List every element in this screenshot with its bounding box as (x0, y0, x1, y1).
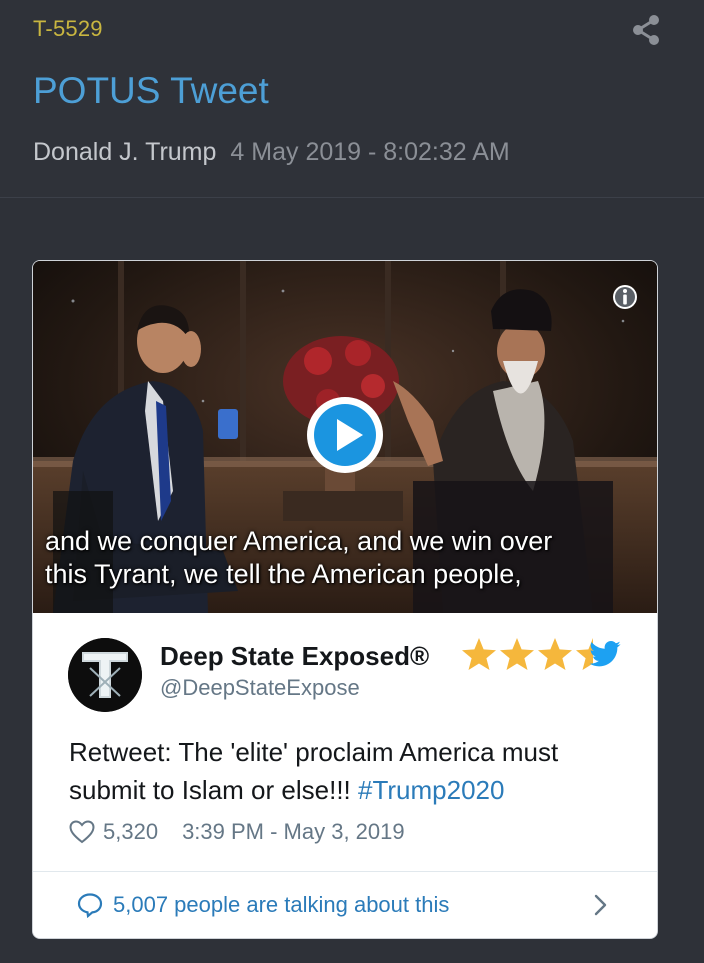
speech-bubble-icon (77, 893, 103, 918)
display-name[interactable]: Deep State Exposed® (160, 641, 429, 672)
video-player[interactable]: and we conquer America, and we win over … (33, 261, 657, 613)
tweet-timestamp[interactable]: 3:39 PM - May 3, 2019 (182, 819, 405, 845)
user-handle[interactable]: @DeepStateExpose (160, 675, 360, 701)
twitter-bird-icon[interactable] (589, 641, 621, 667)
tweet-text: Retweet: The 'elite' proclaim America mu… (69, 733, 629, 809)
post-id: T-5529 (33, 16, 103, 41)
tweet-stats: 5,320 3:39 PM - May 3, 2019 (69, 817, 405, 847)
star-icon (538, 638, 572, 670)
chevron-right-icon[interactable] (593, 893, 609, 917)
star-icon (500, 638, 534, 670)
video-caption: and we conquer America, and we win over … (45, 525, 655, 591)
star-icon (462, 638, 496, 670)
talking-link[interactable]: 5,007 people are talking about this (77, 889, 449, 921)
tweet-card[interactable]: Deep State Exposed® @DeepStateExpose Ret… (33, 613, 657, 938)
post-date: 4 May 2019 - 8:02:32 AM (230, 138, 510, 166)
play-icon[interactable] (305, 395, 385, 475)
post-author: Donald J. Trump (33, 138, 217, 166)
post-header: T-5529 POTUS Tweet Donald J. Trump 4 May … (0, 0, 704, 198)
caption-line-1: and we conquer America, and we win over (45, 526, 553, 556)
tweet-embed: and we conquer America, and we win over … (32, 260, 658, 939)
like-count: 5,320 (103, 819, 159, 844)
divider (33, 871, 657, 872)
caption-line-2: this Tyrant, we tell the American people… (45, 559, 522, 589)
info-icon[interactable] (611, 283, 639, 311)
heart-icon[interactable] (69, 820, 95, 844)
avatar[interactable] (68, 638, 142, 712)
share-icon[interactable] (632, 14, 660, 46)
talking-label[interactable]: 5,007 people are talking about this (113, 892, 449, 918)
hashtag-link[interactable]: #Trump2020 (358, 775, 504, 805)
post-meta: Donald J. Trump 4 May 2019 - 8:02:32 AM (33, 138, 510, 167)
post-title[interactable]: POTUS Tweet (33, 70, 269, 112)
star-rating (461, 637, 593, 673)
